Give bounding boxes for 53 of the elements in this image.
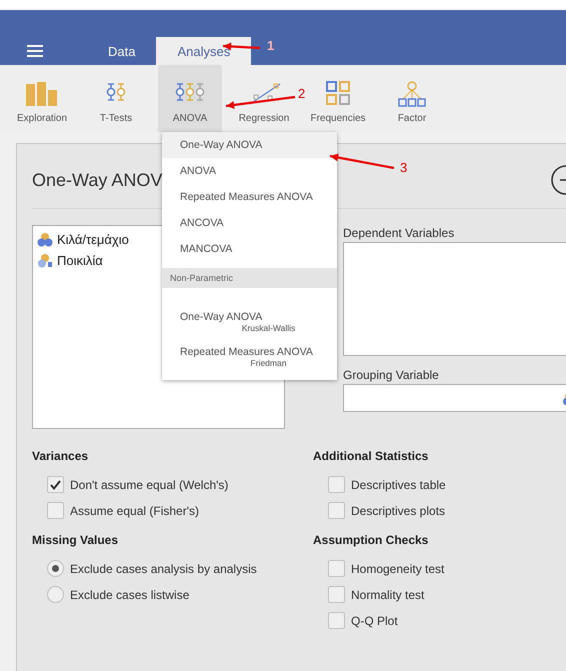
dependent-variables-box[interactable] <box>343 242 566 356</box>
toolbar-button[interactable]: Regression <box>232 65 296 132</box>
checkbox-label: Descriptives plots <box>351 504 446 518</box>
checkbox[interactable] <box>328 476 345 493</box>
checkbox-label: Normality test <box>351 588 424 602</box>
toolbar-button[interactable]: T-Tests <box>84 65 148 132</box>
variable-item[interactable]: Ποικιλία <box>57 253 103 268</box>
nominal-variable-icon <box>37 253 53 268</box>
menu-item[interactable]: ANCOVA <box>162 210 337 236</box>
checkbox[interactable] <box>328 502 345 519</box>
radio-label: Exclude cases listwise <box>70 588 190 602</box>
menu-item[interactable]: Repeated Measures ANOVA Friedman <box>162 337 337 372</box>
section-heading: Assumption Checks <box>313 533 428 547</box>
menu-item[interactable]: ANOVA <box>162 158 337 184</box>
toolbar-button[interactable]: Exploration <box>10 65 74 132</box>
checkbox[interactable] <box>47 502 64 519</box>
checkbox-label: Homogeneity test <box>351 562 444 576</box>
annotation-arrow <box>226 96 296 109</box>
menu-group-header: Non-Parametric <box>162 268 337 288</box>
checkbox-label: Don't assume equal (Welch's) <box>70 478 228 492</box>
checkbox[interactable] <box>328 612 345 629</box>
continuous-variable-icon <box>37 232 53 247</box>
menu-item[interactable]: MANCOVA <box>162 236 337 262</box>
checkbox-label: Descriptives table <box>351 478 446 492</box>
annotation-number: 3 <box>400 160 408 175</box>
field-label: Grouping Variable <box>343 368 439 382</box>
section-heading: Variances <box>32 449 88 463</box>
annotation-number: 1 <box>267 38 274 53</box>
checkbox-label: Assume equal (Fisher's) <box>70 504 199 518</box>
checkbox[interactable] <box>328 586 345 603</box>
variable-item[interactable]: Κιλά/τεμάχιο <box>57 232 129 247</box>
section-heading: Additional Statistics <box>313 449 428 463</box>
checkbox-label: Q-Q Plot <box>351 614 398 628</box>
checkbox[interactable] <box>328 560 345 577</box>
annotation-number: 2 <box>298 86 306 101</box>
section-heading: Missing Values <box>32 533 118 547</box>
annotation-arrow <box>330 154 394 170</box>
tab[interactable]: Analyses <box>156 37 252 65</box>
toolbar-button[interactable]: Factor <box>380 65 444 132</box>
menu-item[interactable]: One-Way ANOVA Kruskal-Wallis <box>162 302 337 337</box>
menu-item[interactable]: One-Way ANOVA <box>162 132 337 158</box>
analysis-title: One-Way ANOV <box>32 170 162 190</box>
checkbox[interactable] <box>47 476 64 493</box>
toolbar-button[interactable]: Frequencies <box>306 65 370 132</box>
tab[interactable]: Data <box>87 37 156 65</box>
radio-button[interactable] <box>47 586 64 603</box>
grouping-variable-field[interactable] <box>343 384 566 412</box>
radio-label: Exclude cases analysis by analysis <box>70 562 257 576</box>
field-label: Dependent Variables <box>343 226 454 240</box>
radio-button[interactable] <box>47 560 64 577</box>
toolbar-button[interactable]: ANOVA <box>158 65 222 132</box>
menu-item[interactable]: Repeated Measures ANOVA <box>162 184 337 210</box>
menu-icon[interactable] <box>27 45 43 57</box>
